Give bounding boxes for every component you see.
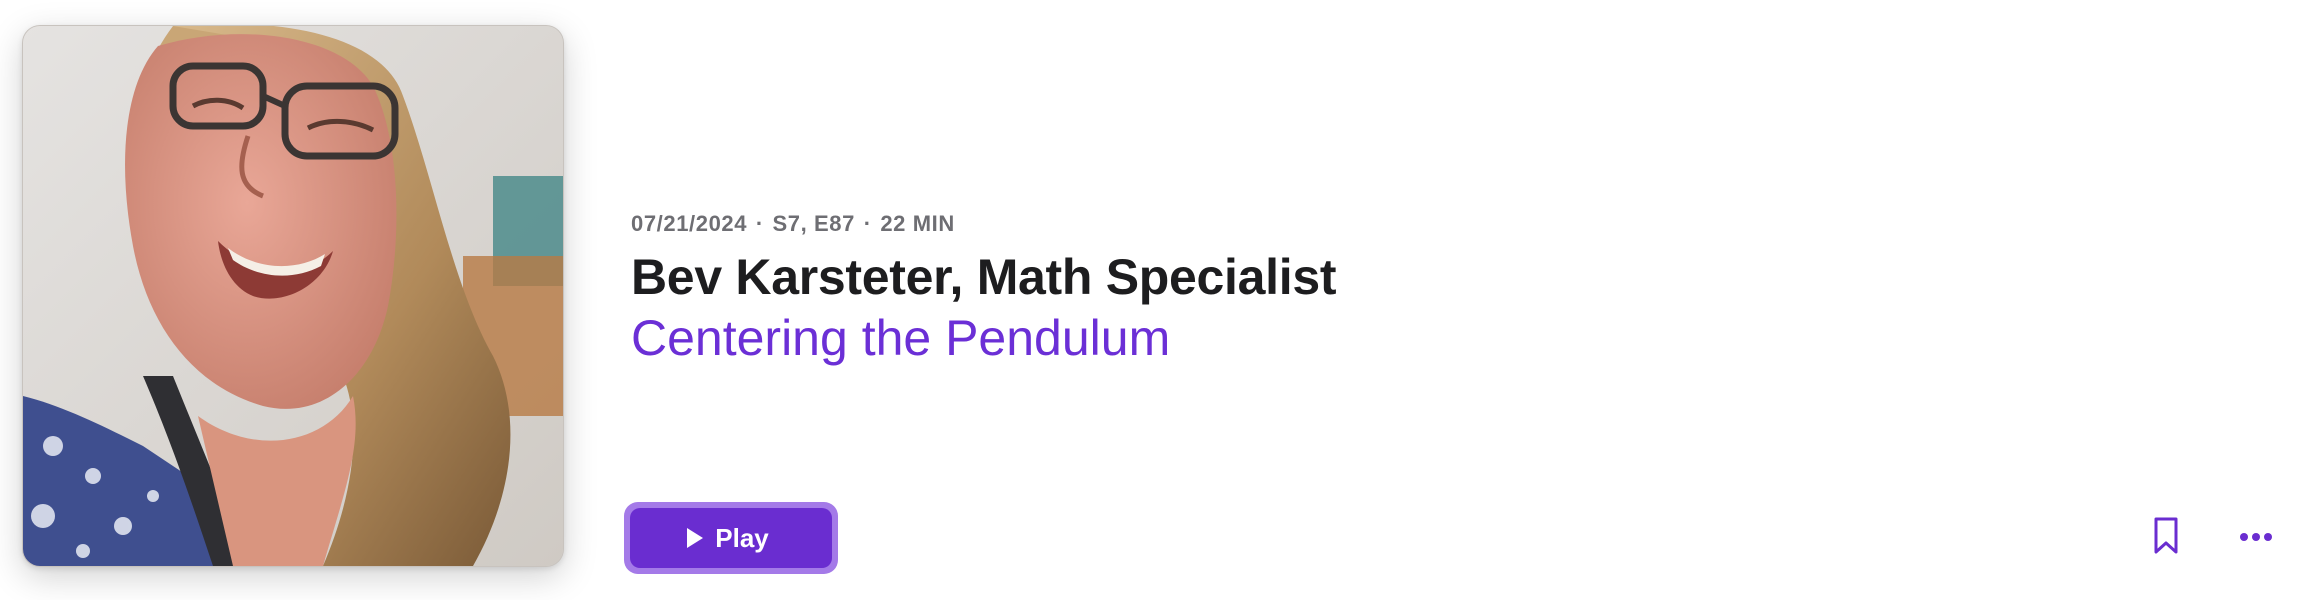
more-options-button[interactable] — [2236, 522, 2276, 552]
meta-separator: · — [755, 211, 764, 236]
artwork-photo — [23, 26, 563, 566]
episode-title: Bev Karsteter, Math Specialist — [631, 249, 1337, 305]
meta-separator: · — [863, 211, 872, 236]
play-button-focus-ring: Play — [624, 502, 838, 574]
play-label: Play — [715, 522, 769, 553]
more-icon — [2240, 533, 2272, 541]
episode-duration: 22 MIN — [880, 211, 955, 236]
episode-artwork — [22, 25, 564, 567]
bookmark-icon — [2154, 517, 2178, 554]
play-button[interactable]: Play — [630, 508, 832, 568]
bookmark-button[interactable] — [2148, 514, 2184, 558]
show-title-link[interactable]: Centering the Pendulum — [631, 308, 2031, 368]
episode-metadata: 07/21/2024 · S7, E87 · 22 MIN — [631, 210, 2031, 238]
play-icon — [687, 528, 704, 548]
episode-info: 07/21/2024 · S7, E87 · 22 MIN Bev Karste… — [631, 210, 2031, 368]
episode-date: 07/21/2024 — [631, 211, 748, 236]
episode-number: S7, E87 — [772, 211, 855, 236]
